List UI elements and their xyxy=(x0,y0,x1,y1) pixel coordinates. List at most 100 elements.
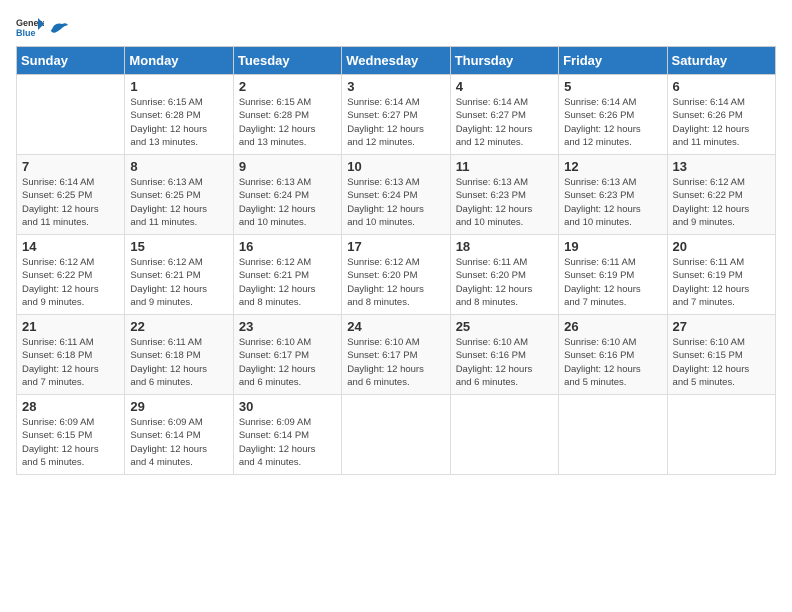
day-info: Sunrise: 6:13 AM Sunset: 6:23 PM Dayligh… xyxy=(456,176,553,229)
day-number: 21 xyxy=(22,319,119,334)
calendar-cell: 20Sunrise: 6:11 AM Sunset: 6:19 PM Dayli… xyxy=(667,235,775,315)
day-number: 1 xyxy=(130,79,227,94)
day-number: 18 xyxy=(456,239,553,254)
day-number: 22 xyxy=(130,319,227,334)
day-info: Sunrise: 6:10 AM Sunset: 6:17 PM Dayligh… xyxy=(347,336,444,389)
day-info: Sunrise: 6:15 AM Sunset: 6:28 PM Dayligh… xyxy=(239,96,336,149)
day-number: 26 xyxy=(564,319,661,334)
calendar-cell: 23Sunrise: 6:10 AM Sunset: 6:17 PM Dayli… xyxy=(233,315,341,395)
calendar-cell: 26 Sunrise: 6:10 AM Sunset: 6:16 PM Dayli… xyxy=(559,315,667,395)
day-number: 3 xyxy=(347,79,444,94)
day-info: Sunrise: 6:11 AM Sunset: 6:20 PM Dayligh… xyxy=(456,256,553,309)
calendar-week-row: 14Sunrise: 6:12 AM Sunset: 6:22 PM Dayli… xyxy=(17,235,776,315)
calendar-cell: 1 Sunrise: 6:15 AM Sunset: 6:28 PM Daylig… xyxy=(125,75,233,155)
calendar-cell: 27 Sunrise: 6:10 AM Sunset: 6:15 PM Dayli… xyxy=(667,315,775,395)
day-info: Sunrise: 6:09 AM Sunset: 6:15 PM Dayligh… xyxy=(22,416,119,469)
calendar-cell: 24 Sunrise: 6:10 AM Sunset: 6:17 PM Dayli… xyxy=(342,315,450,395)
header-day-friday: Friday xyxy=(559,47,667,75)
day-info: Sunrise: 6:11 AM Sunset: 6:18 PM Dayligh… xyxy=(130,336,227,389)
day-info: Sunrise: 6:09 AM Sunset: 6:14 PM Dayligh… xyxy=(130,416,227,469)
calendar-cell: 28 Sunrise: 6:09 AM Sunset: 6:15 PM Dayli… xyxy=(17,395,125,475)
calendar-cell: 19Sunrise: 6:11 AM Sunset: 6:19 PM Dayli… xyxy=(559,235,667,315)
day-info: Sunrise: 6:14 AM Sunset: 6:25 PM Dayligh… xyxy=(22,176,119,229)
header-day-tuesday: Tuesday xyxy=(233,47,341,75)
calendar-cell: 11 Sunrise: 6:13 AM Sunset: 6:23 PM Dayli… xyxy=(450,155,558,235)
calendar-cell xyxy=(559,395,667,475)
day-number: 16 xyxy=(239,239,336,254)
calendar-week-row: 1 Sunrise: 6:15 AM Sunset: 6:28 PM Daylig… xyxy=(17,75,776,155)
day-info: Sunrise: 6:11 AM Sunset: 6:19 PM Dayligh… xyxy=(564,256,661,309)
calendar-cell: 12 Sunrise: 6:13 AM Sunset: 6:23 PM Dayli… xyxy=(559,155,667,235)
calendar-cell xyxy=(450,395,558,475)
calendar-week-row: 21 Sunrise: 6:11 AM Sunset: 6:18 PM Dayli… xyxy=(17,315,776,395)
logo-bird-icon xyxy=(50,22,68,36)
calendar-cell: 22 Sunrise: 6:11 AM Sunset: 6:18 PM Dayli… xyxy=(125,315,233,395)
calendar-cell: 5 Sunrise: 6:14 AM Sunset: 6:26 PM Daylig… xyxy=(559,75,667,155)
day-info: Sunrise: 6:13 AM Sunset: 6:25 PM Dayligh… xyxy=(130,176,227,229)
calendar-week-row: 7 Sunrise: 6:14 AM Sunset: 6:25 PM Daylig… xyxy=(17,155,776,235)
calendar-cell: 6 Sunrise: 6:14 AM Sunset: 6:26 PM Daylig… xyxy=(667,75,775,155)
calendar-cell: 17Sunrise: 6:12 AM Sunset: 6:20 PM Dayli… xyxy=(342,235,450,315)
day-info: Sunrise: 6:11 AM Sunset: 6:19 PM Dayligh… xyxy=(673,256,770,309)
calendar-cell xyxy=(667,395,775,475)
day-number: 24 xyxy=(347,319,444,334)
day-info: Sunrise: 6:14 AM Sunset: 6:26 PM Dayligh… xyxy=(564,96,661,149)
day-number: 5 xyxy=(564,79,661,94)
calendar-cell: 18 Sunrise: 6:11 AM Sunset: 6:20 PM Dayli… xyxy=(450,235,558,315)
calendar-week-row: 28 Sunrise: 6:09 AM Sunset: 6:15 PM Dayli… xyxy=(17,395,776,475)
day-number: 13 xyxy=(673,159,770,174)
day-info: Sunrise: 6:14 AM Sunset: 6:27 PM Dayligh… xyxy=(456,96,553,149)
day-number: 27 xyxy=(673,319,770,334)
svg-text:Blue: Blue xyxy=(16,28,36,38)
logo-icon: General Blue xyxy=(16,16,44,38)
calendar-cell: 29 Sunrise: 6:09 AM Sunset: 6:14 PM Dayli… xyxy=(125,395,233,475)
day-number: 25 xyxy=(456,319,553,334)
calendar-cell: 9 Sunrise: 6:13 AM Sunset: 6:24 PM Daylig… xyxy=(233,155,341,235)
calendar-cell: 7 Sunrise: 6:14 AM Sunset: 6:25 PM Daylig… xyxy=(17,155,125,235)
calendar-cell xyxy=(17,75,125,155)
header-day-monday: Monday xyxy=(125,47,233,75)
day-number: 23 xyxy=(239,319,336,334)
day-info: Sunrise: 6:10 AM Sunset: 6:16 PM Dayligh… xyxy=(456,336,553,389)
day-number: 28 xyxy=(22,399,119,414)
day-info: Sunrise: 6:10 AM Sunset: 6:15 PM Dayligh… xyxy=(673,336,770,389)
header-day-thursday: Thursday xyxy=(450,47,558,75)
calendar-cell: 21 Sunrise: 6:11 AM Sunset: 6:18 PM Dayli… xyxy=(17,315,125,395)
day-info: Sunrise: 6:13 AM Sunset: 6:24 PM Dayligh… xyxy=(239,176,336,229)
calendar-cell: 30 Sunrise: 6:09 AM Sunset: 6:14 PM Dayli… xyxy=(233,395,341,475)
calendar-cell: 2Sunrise: 6:15 AM Sunset: 6:28 PM Daylig… xyxy=(233,75,341,155)
calendar-cell: 25 Sunrise: 6:10 AM Sunset: 6:16 PM Dayli… xyxy=(450,315,558,395)
day-number: 10 xyxy=(347,159,444,174)
day-number: 9 xyxy=(239,159,336,174)
day-number: 14 xyxy=(22,239,119,254)
day-number: 11 xyxy=(456,159,553,174)
calendar-cell: 8 Sunrise: 6:13 AM Sunset: 6:25 PM Daylig… xyxy=(125,155,233,235)
day-number: 8 xyxy=(130,159,227,174)
day-info: Sunrise: 6:12 AM Sunset: 6:21 PM Dayligh… xyxy=(239,256,336,309)
calendar-cell: 3 Sunrise: 6:14 AM Sunset: 6:27 PM Daylig… xyxy=(342,75,450,155)
day-info: Sunrise: 6:12 AM Sunset: 6:20 PM Dayligh… xyxy=(347,256,444,309)
calendar-cell: 13 Sunrise: 6:12 AM Sunset: 6:22 PM Dayli… xyxy=(667,155,775,235)
header-day-saturday: Saturday xyxy=(667,47,775,75)
day-info: Sunrise: 6:13 AM Sunset: 6:23 PM Dayligh… xyxy=(564,176,661,229)
day-info: Sunrise: 6:12 AM Sunset: 6:22 PM Dayligh… xyxy=(673,176,770,229)
calendar-table: SundayMondayTuesdayWednesdayThursdayFrid… xyxy=(16,46,776,475)
page-header: General Blue xyxy=(16,16,776,38)
day-number: 29 xyxy=(130,399,227,414)
calendar-cell xyxy=(342,395,450,475)
day-number: 12 xyxy=(564,159,661,174)
day-number: 7 xyxy=(22,159,119,174)
day-info: Sunrise: 6:09 AM Sunset: 6:14 PM Dayligh… xyxy=(239,416,336,469)
day-number: 30 xyxy=(239,399,336,414)
day-info: Sunrise: 6:10 AM Sunset: 6:16 PM Dayligh… xyxy=(564,336,661,389)
calendar-header-row: SundayMondayTuesdayWednesdayThursdayFrid… xyxy=(17,47,776,75)
header-day-wednesday: Wednesday xyxy=(342,47,450,75)
day-info: Sunrise: 6:14 AM Sunset: 6:26 PM Dayligh… xyxy=(673,96,770,149)
day-info: Sunrise: 6:15 AM Sunset: 6:28 PM Dayligh… xyxy=(130,96,227,149)
day-info: Sunrise: 6:14 AM Sunset: 6:27 PM Dayligh… xyxy=(347,96,444,149)
calendar-cell: 10Sunrise: 6:13 AM Sunset: 6:24 PM Dayli… xyxy=(342,155,450,235)
day-number: 6 xyxy=(673,79,770,94)
day-info: Sunrise: 6:11 AM Sunset: 6:18 PM Dayligh… xyxy=(22,336,119,389)
calendar-cell: 15Sunrise: 6:12 AM Sunset: 6:21 PM Dayli… xyxy=(125,235,233,315)
calendar-body: 1 Sunrise: 6:15 AM Sunset: 6:28 PM Daylig… xyxy=(17,75,776,475)
